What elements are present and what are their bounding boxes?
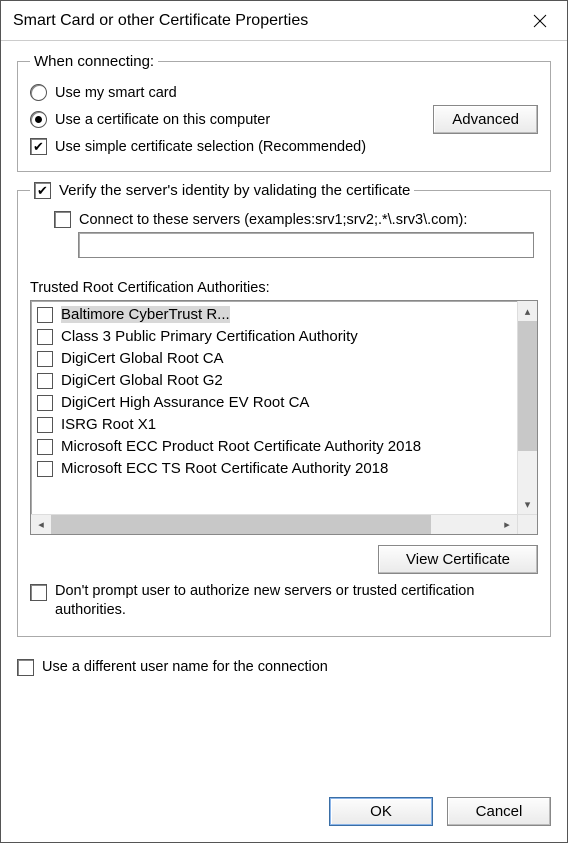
checkbox-unchecked-icon — [30, 584, 47, 601]
checkbox-unchecked-icon — [17, 659, 34, 676]
list-item-label: Baltimore CyberTrust R... — [61, 306, 230, 323]
dont-prompt-label: Don't prompt user to authorize new serve… — [55, 582, 538, 620]
list-item-label: DigiCert Global Root CA — [61, 350, 224, 367]
list-item[interactable]: ISRG Root X1 — [31, 413, 517, 435]
checkbox-unchecked-icon[interactable] — [37, 461, 53, 477]
list-item[interactable]: Microsoft ECC TS Root Certificate Author… — [31, 457, 517, 479]
checkbox-unchecked-icon — [54, 211, 71, 228]
checkbox-checked-icon — [30, 138, 47, 155]
list-item-label: DigiCert Global Root G2 — [61, 372, 223, 389]
when-connecting-legend: When connecting: — [30, 53, 158, 70]
simple-selection-option[interactable]: Use simple certificate selection (Recomm… — [30, 138, 538, 155]
use-smartcard-label: Use my smart card — [55, 85, 177, 101]
list-item-label: Class 3 Public Primary Certification Aut… — [61, 328, 358, 345]
dialog-content: When connecting: Use my smart card Use a… — [1, 41, 567, 789]
list-item-label: Microsoft ECC Product Root Certificate A… — [61, 438, 421, 455]
close-button[interactable] — [517, 1, 563, 40]
when-connecting-group: When connecting: Use my smart card Use a… — [17, 53, 551, 172]
different-username-label: Use a different user name for the connec… — [42, 659, 328, 675]
list-item-label: DigiCert High Assurance EV Root CA — [61, 394, 309, 411]
verify-server-group: Verify the server's identity by validati… — [17, 182, 551, 637]
checkbox-unchecked-icon[interactable] — [37, 329, 53, 345]
use-smartcard-option[interactable]: Use my smart card — [30, 84, 538, 101]
close-icon — [533, 14, 547, 28]
dialog-footer: OK Cancel — [1, 789, 567, 842]
dont-prompt-option[interactable]: Don't prompt user to authorize new serve… — [30, 582, 538, 620]
cancel-button[interactable]: Cancel — [447, 797, 551, 826]
list-item-label: Microsoft ECC TS Root Certificate Author… — [61, 460, 388, 477]
radio-icon — [30, 84, 47, 101]
checkbox-unchecked-icon[interactable] — [37, 373, 53, 389]
dialog-window: Smart Card or other Certificate Properti… — [0, 0, 568, 843]
connect-servers-option[interactable]: Connect to these servers (examples:srv1;… — [54, 211, 538, 228]
connect-servers-label: Connect to these servers (examples:srv1;… — [79, 212, 467, 228]
list-item[interactable]: DigiCert Global Root CA — [31, 347, 517, 369]
list-item[interactable]: Baltimore CyberTrust R... — [31, 303, 517, 325]
checkbox-checked-icon — [34, 182, 51, 199]
use-computer-cert-option[interactable]: Use a certificate on this computer Advan… — [30, 105, 538, 134]
different-username-option[interactable]: Use a different user name for the connec… — [17, 659, 551, 676]
titlebar: Smart Card or other Certificate Properti… — [1, 1, 567, 41]
list-item[interactable]: DigiCert High Assurance EV Root CA — [31, 391, 517, 413]
trusted-ca-list[interactable]: Baltimore CyberTrust R... Class 3 Public… — [30, 300, 538, 535]
list-item[interactable]: Class 3 Public Primary Certification Aut… — [31, 325, 517, 347]
checkbox-unchecked-icon[interactable] — [37, 395, 53, 411]
list-item[interactable]: DigiCert Global Root G2 — [31, 369, 517, 391]
scroll-left-icon[interactable]: ◂ — [31, 515, 51, 534]
verify-server-label: Verify the server's identity by validati… — [59, 182, 410, 199]
scroll-thumb[interactable] — [518, 321, 537, 451]
scroll-thumb[interactable] — [51, 515, 431, 534]
ca-list-items: Baltimore CyberTrust R... Class 3 Public… — [31, 301, 517, 514]
checkbox-unchecked-icon[interactable] — [37, 307, 53, 323]
servers-input[interactable] — [78, 232, 534, 258]
verify-server-option[interactable]: Verify the server's identity by validati… — [30, 182, 414, 199]
checkbox-unchecked-icon[interactable] — [37, 417, 53, 433]
scroll-up-icon[interactable]: ▴ — [518, 301, 537, 321]
checkbox-unchecked-icon[interactable] — [37, 351, 53, 367]
simple-selection-label: Use simple certificate selection (Recomm… — [55, 139, 366, 155]
scroll-right-icon[interactable]: ▸ — [497, 515, 517, 534]
scroll-corner — [517, 515, 537, 534]
advanced-button[interactable]: Advanced — [433, 105, 538, 134]
scroll-down-icon[interactable]: ▾ — [518, 494, 537, 514]
checkbox-unchecked-icon[interactable] — [37, 439, 53, 455]
horizontal-scrollbar[interactable]: ◂ ▸ — [31, 514, 537, 534]
view-certificate-button[interactable]: View Certificate — [378, 545, 538, 574]
vertical-scrollbar[interactable]: ▴ ▾ — [517, 301, 537, 514]
list-item[interactable]: Microsoft ECC Product Root Certificate A… — [31, 435, 517, 457]
window-title: Smart Card or other Certificate Properti… — [13, 12, 517, 30]
trusted-ca-heading: Trusted Root Certification Authorities: — [30, 280, 538, 296]
ok-button[interactable]: OK — [329, 797, 433, 826]
use-computer-cert-label: Use a certificate on this computer — [55, 112, 270, 128]
radio-selected-icon — [30, 111, 47, 128]
list-item-label: ISRG Root X1 — [61, 416, 156, 433]
